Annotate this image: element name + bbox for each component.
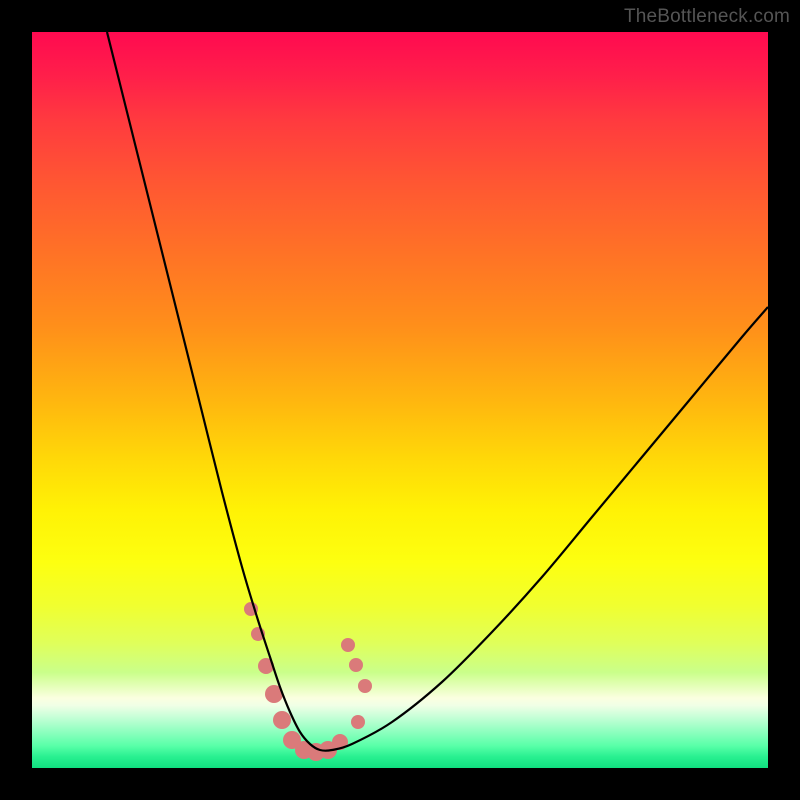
- curve-marker: [349, 658, 363, 672]
- chart-svg: [32, 32, 768, 768]
- curve-marker: [341, 638, 355, 652]
- curve-markers: [244, 602, 372, 761]
- curve-marker: [351, 715, 365, 729]
- chart-frame: TheBottleneck.com: [0, 0, 800, 800]
- watermark-text: TheBottleneck.com: [624, 6, 790, 28]
- curve-marker: [358, 679, 372, 693]
- bottleneck-curve: [107, 32, 768, 751]
- plot-area: [32, 32, 768, 768]
- curve-marker: [273, 711, 291, 729]
